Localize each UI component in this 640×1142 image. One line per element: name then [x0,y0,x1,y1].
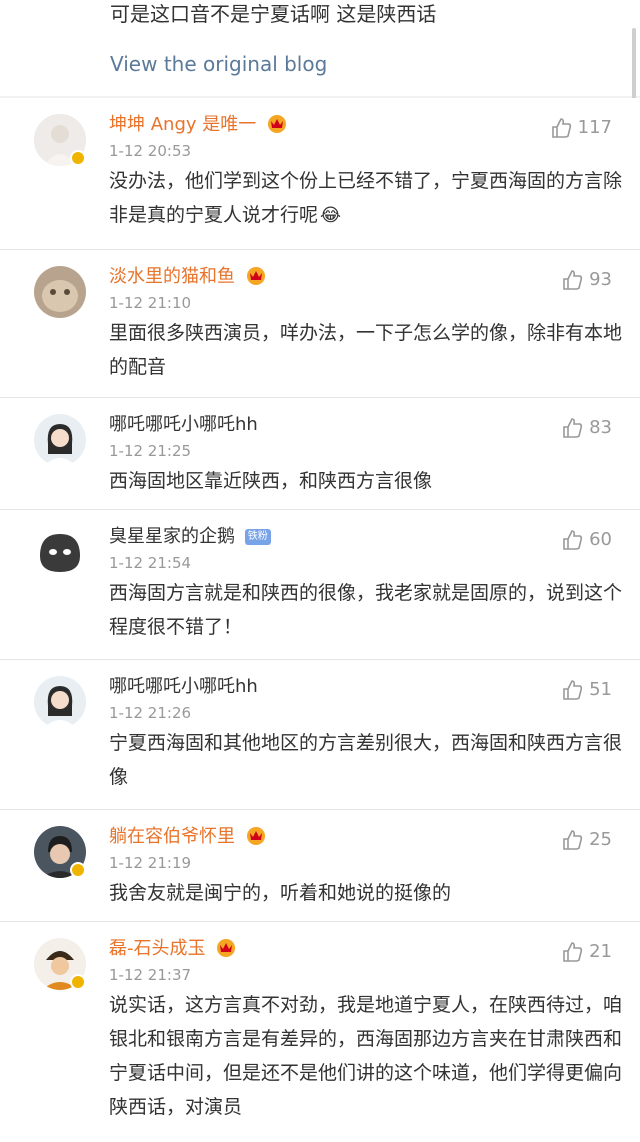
laugh-cry-emoji-icon: 😂 [320,205,342,226]
like-count: 83 [589,417,612,438]
verified-badge-icon [70,150,86,166]
author-name[interactable]: 哪吒哪吒小哪吒hh [109,676,258,697]
crown-member-icon [217,939,236,957]
comment-content: 西海固地区靠近陕西，和陕西方言很像 [109,470,433,492]
like-button[interactable]: 25 [561,828,612,852]
like-button[interactable]: 21 [561,940,612,964]
crown-member-icon [246,267,265,285]
post-text: 可是这口音不是宁夏话啊 这是陕西话 [110,2,437,26]
comment-content: 里面很多陕西演员，咩办法，一下子怎么学的像，除非有本地的配音 [109,322,623,378]
comment-time: 1-12 21:54 [109,554,192,572]
comment-author[interactable]: 淡水里的猫和鱼 [109,264,626,290]
comment-item: 磊-石头成玉 1-12 21:37 说实话，这方言真不对劲，我是地道宁夏人，在陕… [0,922,640,1142]
comment-content: 说实话，这方言真不对劲，我是地道宁夏人，在陕西待过，咱银北和银南方言是有差异的，… [109,994,623,1118]
comment-list: 坤坤 Angy 是唯一 1-12 20:53 没办法，他们学到这个份上已经不错了… [0,98,640,1142]
comment-content: 宁夏西海固和其他地区的方言差别很大，西海固和陕西方言很像 [109,732,623,788]
avatar[interactable] [34,414,86,466]
like-count: 60 [589,529,612,550]
avatar[interactable] [34,526,86,578]
comment-author[interactable]: 坤坤 Angy 是唯一 [109,112,626,138]
thumbs-up-icon [563,530,583,550]
like-button[interactable]: 60 [561,528,612,552]
comment-time: 1-12 20:53 [109,142,192,160]
thumbs-up-icon [563,830,583,850]
comment-author[interactable]: 臭星星家的企鹅 铁粉 [109,524,626,550]
like-count: 25 [589,829,612,850]
comment-content: 我舍友就是闽宁的，听着和她说的挺像的 [109,882,452,904]
author-name[interactable]: 坤坤 Angy 是唯一 [109,114,256,135]
comment-content: 西海固方言就是和陕西的很像，我老家就是固原的，说到这个程度很不错了！ [109,582,623,638]
author-name[interactable]: 臭星星家的企鹅 [109,526,235,547]
comment-author[interactable]: 哪吒哪吒小哪吒hh [109,674,626,700]
author-name[interactable]: 磊-石头成玉 [109,938,206,959]
comment-item: 臭星星家的企鹅 铁粉 1-12 21:54 西海固方言就是和陕西的很像，我老家就… [0,510,640,660]
like-button[interactable]: 83 [561,416,612,440]
thumbs-up-icon [563,680,583,700]
avatar[interactable] [34,266,86,318]
like-count: 117 [577,117,612,138]
like-button[interactable]: 117 [550,116,612,140]
thumbs-up-icon [563,418,583,438]
comment-time: 1-12 21:25 [109,442,192,460]
thumbs-up-icon [551,118,571,138]
view-original-link[interactable]: View the original blog [110,50,327,78]
comment-item: 坤坤 Angy 是唯一 1-12 20:53 没办法，他们学到这个份上已经不错了… [0,98,640,250]
comment-author[interactable]: 躺在容伯爷怀里 [109,824,626,850]
comment-time: 1-12 21:10 [109,294,192,312]
verified-badge-icon [70,862,86,878]
post-header: 可是这口音不是宁夏话啊 这是陕西话 View the original blog [0,0,640,96]
comment-item: 躺在容伯爷怀里 1-12 21:19 我舍友就是闽宁的，听着和她说的挺像的 25 [0,810,640,922]
like-button[interactable]: 51 [561,678,612,702]
crown-member-icon [246,827,265,845]
thumbs-up-icon [563,942,583,962]
comment-author[interactable]: 哪吒哪吒小哪吒hh [109,412,626,438]
comment-time: 1-12 21:26 [109,704,192,722]
comment-time: 1-12 21:37 [109,966,192,984]
comment-item: 哪吒哪吒小哪吒hh 1-12 21:25 西海固地区靠近陕西，和陕西方言很像 8… [0,398,640,510]
like-count: 51 [589,679,612,700]
like-count: 93 [589,269,612,290]
comment-item: 淡水里的猫和鱼 1-12 21:10 里面很多陕西演员，咩办法，一下子怎么学的像… [0,250,640,398]
fan-badge: 铁粉 [244,529,271,545]
thumbs-up-icon [563,270,583,290]
comment-text: 没办法，他们学到这个份上已经不错了，宁夏西海固的方言除非是真的宁夏人说才行呢 [109,170,623,226]
comment-item: 哪吒哪吒小哪吒hh 1-12 21:26 宁夏西海固和其他地区的方言差别很大，西… [0,660,640,810]
comment-author[interactable]: 磊-石头成玉 [109,936,626,962]
author-name[interactable]: 躺在容伯爷怀里 [109,826,235,847]
comment-content: 没办法，他们学到这个份上已经不错了，宁夏西海固的方言除非是真的宁夏人说才行呢 😂 [109,164,626,233]
author-name[interactable]: 淡水里的猫和鱼 [109,266,235,287]
crown-member-icon [267,115,286,133]
comment-time: 1-12 21:19 [109,854,192,872]
like-count: 21 [589,941,612,962]
author-name[interactable]: 哪吒哪吒小哪吒hh [109,414,258,435]
avatar[interactable] [34,676,86,728]
verified-badge-icon [70,974,86,990]
like-button[interactable]: 93 [561,268,612,292]
